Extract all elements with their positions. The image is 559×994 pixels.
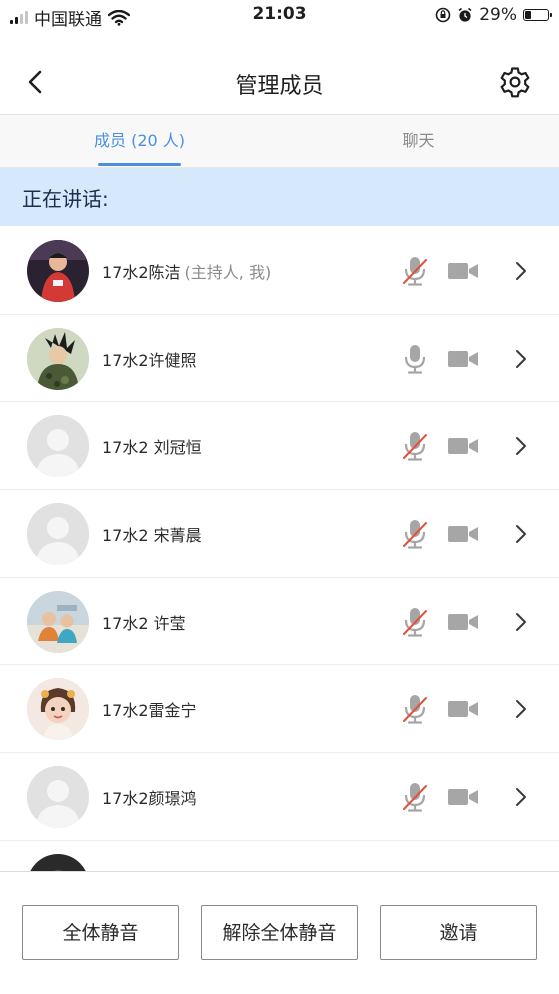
member-name: 17水2 刘冠恒 xyxy=(102,434,202,458)
camera-icon[interactable] xyxy=(447,259,479,283)
battery-percent: 29% xyxy=(479,5,517,25)
speaking-label: 正在讲话: xyxy=(22,183,109,212)
member-name: 17水2 许莹 xyxy=(102,610,186,634)
member-name: 17水2许健照 xyxy=(102,347,197,371)
member-list[interactable]: 17水2陈洁(主持人, 我) 17水2许健照 17水2 刘冠恒 17水2 宋菁晨 17水… xyxy=(0,227,559,871)
status-bar: 中国联通 21:03 29% xyxy=(0,0,559,30)
mic-muted-icon[interactable] xyxy=(400,518,430,550)
camera-icon[interactable] xyxy=(447,347,479,371)
member-name-text: 17水2 宋菁晨 xyxy=(102,526,202,545)
invite-button[interactable]: 邀请 xyxy=(380,905,537,960)
chevron-right-icon[interactable] xyxy=(512,260,528,282)
camera-icon[interactable] xyxy=(447,785,479,809)
default-avatar-icon xyxy=(27,766,89,828)
member-name: 17水2陈洁(主持人, 我) xyxy=(102,259,271,283)
member-row[interactable]: 17水2 刘冠恒 xyxy=(0,402,559,490)
default-avatar-icon xyxy=(27,503,89,565)
member-role-tag: (主持人, 我) xyxy=(185,263,272,282)
member-row[interactable] xyxy=(0,841,559,871)
mic-muted-icon[interactable] xyxy=(400,430,430,462)
mic-muted-icon[interactable] xyxy=(400,606,430,638)
tab-bar: 成员 (20 人) 聊天 xyxy=(0,115,559,168)
member-name-text: 17水2颜璟鸿 xyxy=(102,789,197,808)
member-name-text: 17水2许健照 xyxy=(102,351,197,370)
member-row[interactable]: 17水2陈洁(主持人, 我) xyxy=(0,227,559,315)
chevron-right-icon[interactable] xyxy=(512,348,528,370)
chevron-right-icon[interactable] xyxy=(512,611,528,633)
member-row[interactable]: 17水2 宋菁晨 xyxy=(0,490,559,578)
unmute-all-button[interactable]: 解除全体静音 xyxy=(201,905,358,960)
orientation-lock-icon xyxy=(435,7,451,23)
chevron-right-icon[interactable] xyxy=(512,435,528,457)
page-title: 管理成员 xyxy=(0,68,559,100)
status-right: 29% xyxy=(435,5,549,25)
nav-bar: 管理成员 xyxy=(0,50,559,115)
avatar xyxy=(27,240,89,302)
member-name-text: 17水2 许莹 xyxy=(102,614,186,633)
chevron-right-icon[interactable] xyxy=(512,523,528,545)
camera-icon[interactable] xyxy=(447,434,479,458)
member-row[interactable]: 17水2雷金宁 xyxy=(0,665,559,753)
avatar xyxy=(27,678,89,740)
member-row[interactable]: 17水2许健照 xyxy=(0,315,559,403)
alarm-icon xyxy=(457,7,473,23)
member-name: 17水2雷金宁 xyxy=(102,697,197,721)
avatar xyxy=(27,328,89,390)
mic-muted-icon[interactable] xyxy=(400,693,430,725)
member-row[interactable]: 17水2颜璟鸿 xyxy=(0,753,559,841)
member-row[interactable]: 17水2 许莹 xyxy=(0,578,559,666)
tab-members[interactable]: 成员 (20 人) xyxy=(0,115,279,167)
tab-active-indicator xyxy=(98,163,181,166)
tab-chat[interactable]: 聊天 xyxy=(279,115,558,167)
member-name-text: 17水2 刘冠恒 xyxy=(102,438,202,457)
mic-muted-icon[interactable] xyxy=(400,255,430,287)
default-avatar-icon xyxy=(27,415,89,477)
member-name-text: 17水2雷金宁 xyxy=(102,701,197,720)
speaking-banner: 正在讲话: xyxy=(0,168,559,226)
avatar xyxy=(27,854,89,871)
camera-icon[interactable] xyxy=(447,610,479,634)
chevron-right-icon[interactable] xyxy=(512,698,528,720)
chevron-right-icon[interactable] xyxy=(512,786,528,808)
mic-icon[interactable] xyxy=(400,343,430,375)
member-name: 17水2 宋菁晨 xyxy=(102,522,202,546)
camera-icon[interactable] xyxy=(447,697,479,721)
camera-icon[interactable] xyxy=(447,522,479,546)
mute-all-button[interactable]: 全体静音 xyxy=(22,905,179,960)
battery-icon xyxy=(523,9,549,21)
member-name-text: 17水2陈洁 xyxy=(102,263,181,282)
mic-muted-icon[interactable] xyxy=(400,781,430,813)
gear-icon[interactable] xyxy=(499,66,531,98)
avatar xyxy=(27,591,89,653)
member-name: 17水2颜璟鸿 xyxy=(102,785,197,809)
bottom-action-bar: 全体静音 解除全体静音 邀请 xyxy=(0,871,559,994)
